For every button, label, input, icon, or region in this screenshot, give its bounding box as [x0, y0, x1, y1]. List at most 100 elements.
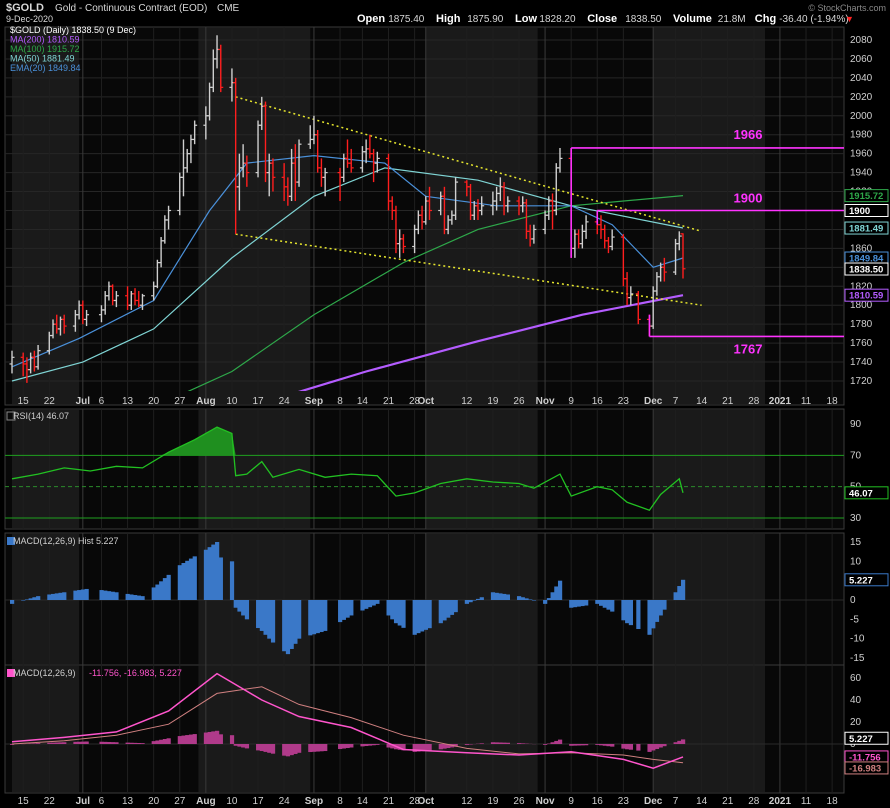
hist-bar: [475, 598, 481, 600]
legend-entry: MA(100) 1915.72: [10, 44, 80, 54]
macd-hist-bar: [572, 744, 578, 746]
price-tick: 1940: [850, 168, 873, 179]
macd-hist-bar: [84, 741, 89, 744]
hist-bar: [129, 594, 134, 600]
hist-bar: [416, 600, 421, 634]
month-shade: [12, 28, 80, 404]
hist-bar: [423, 600, 428, 630]
chart-date: 9-Dec-2020: [6, 14, 53, 24]
macd-hist-bar: [621, 744, 626, 749]
hist-bar: [375, 600, 380, 604]
month-shade: [425, 410, 538, 528]
macd-hist-bar: [207, 731, 212, 744]
macd-hist-bar: [99, 741, 104, 744]
month-shade: [425, 28, 538, 404]
legend-entry: $GOLD (Daily) 1838.50 (9 Dec): [10, 25, 136, 35]
hist-badge-text: 5.227: [849, 575, 873, 586]
hist-bar: [140, 596, 145, 600]
date-tick-bottom: 13: [122, 796, 134, 807]
date-tick-top: 6: [99, 396, 105, 407]
date-tick-bottom: 11: [801, 796, 812, 807]
macd-hist-bar: [103, 741, 108, 744]
hist-bar: [185, 560, 190, 600]
hist-bar: [188, 558, 194, 600]
hist-bar: [490, 592, 496, 600]
macd-hist-bar: [427, 744, 432, 751]
macd-hist-bar: [54, 742, 59, 744]
macd-panel-values: -11.756, -16.983, 5.227: [89, 668, 182, 678]
macd-hist-bar: [192, 734, 197, 744]
hist-bar: [293, 600, 298, 644]
date-tick-top: 23: [618, 396, 630, 407]
macd-hist-bar: [438, 744, 443, 750]
macd-hist-bar: [136, 742, 141, 744]
date-tick-bottom: 2021: [769, 796, 792, 807]
hist-bar: [524, 598, 529, 600]
price-tick: 1740: [850, 357, 873, 368]
month-shade: [653, 534, 766, 664]
hist-tick: -15: [850, 653, 865, 664]
hist-panel-title: MACD(12,26,9) Hist 5.227: [13, 536, 119, 546]
month-shade: [198, 666, 311, 792]
macd-hist-bar: [297, 744, 302, 753]
hist-bar: [636, 600, 641, 629]
month-shade: [198, 28, 311, 404]
macd-hist-bar: [654, 744, 660, 749]
date-tick-top: 12: [461, 396, 473, 407]
macd-hist-bar: [580, 744, 585, 746]
symbol-label: $GOLD: [6, 2, 44, 14]
price-badge-text: 1810.59: [849, 291, 883, 302]
macd-hist-bar: [677, 740, 682, 744]
date-tick-bottom: Oct: [417, 796, 434, 807]
macd-hist-bar: [229, 735, 235, 744]
rsi-tick: 30: [850, 513, 862, 524]
date-tick-top: 21: [383, 396, 395, 407]
hist-bar: [442, 600, 447, 621]
macd-hist-bar: [554, 740, 559, 744]
hist-bar: [598, 600, 604, 606]
hist-bar: [51, 593, 56, 600]
macd-hist-bar: [323, 744, 328, 752]
date-tick-top: 17: [252, 396, 264, 407]
hist-bar: [543, 600, 548, 604]
hist-bar: [479, 597, 484, 600]
hist-bar: [453, 600, 458, 613]
hist-tick: 0: [850, 595, 856, 606]
hist-bar: [241, 600, 246, 616]
date-tick-bottom: 7: [673, 796, 679, 807]
hist-bar: [80, 589, 86, 600]
macd-hist-bar: [375, 744, 380, 745]
macd-hist-bar: [584, 744, 589, 746]
hist-bar: [338, 600, 343, 623]
date-tick-top: 28: [748, 396, 760, 407]
hist-bar: [125, 593, 130, 600]
macd-hist-bar: [490, 742, 496, 744]
level-label-1767: 1767: [734, 341, 763, 356]
hist-bar: [114, 592, 119, 600]
hist-bar: [162, 578, 168, 600]
date-tick-bottom: 21: [722, 796, 734, 807]
hist-bar: [606, 600, 611, 610]
hist-bar: [621, 600, 626, 621]
macd-hist-bar: [218, 734, 223, 744]
price-tick: 2020: [850, 92, 873, 103]
macd-panel-title: MACD(12,26,9): [13, 668, 76, 678]
hist-bar: [557, 580, 563, 600]
date-tick-bottom: 18: [827, 796, 839, 807]
hist-bar: [259, 600, 264, 631]
macd-hist-bar: [256, 744, 261, 751]
hist-bar: [502, 593, 507, 600]
date-tick-bottom: 14: [696, 796, 708, 807]
ohlc-value: 1838.50: [625, 14, 662, 25]
hist-bar: [584, 600, 589, 606]
macd-hist-bar: [211, 731, 216, 744]
hist-bar: [211, 544, 216, 600]
contract-name: Gold - Continuous Contract (EOD): [55, 3, 207, 14]
hist-bar: [32, 597, 37, 600]
hist-bar: [159, 581, 164, 600]
hist-bar: [28, 598, 33, 600]
hist-bar: [110, 591, 115, 600]
macd-hist-bar: [233, 744, 238, 746]
legend-entry: EMA(20) 1849.84: [10, 63, 81, 73]
date-tick-bottom: 17: [252, 796, 264, 807]
